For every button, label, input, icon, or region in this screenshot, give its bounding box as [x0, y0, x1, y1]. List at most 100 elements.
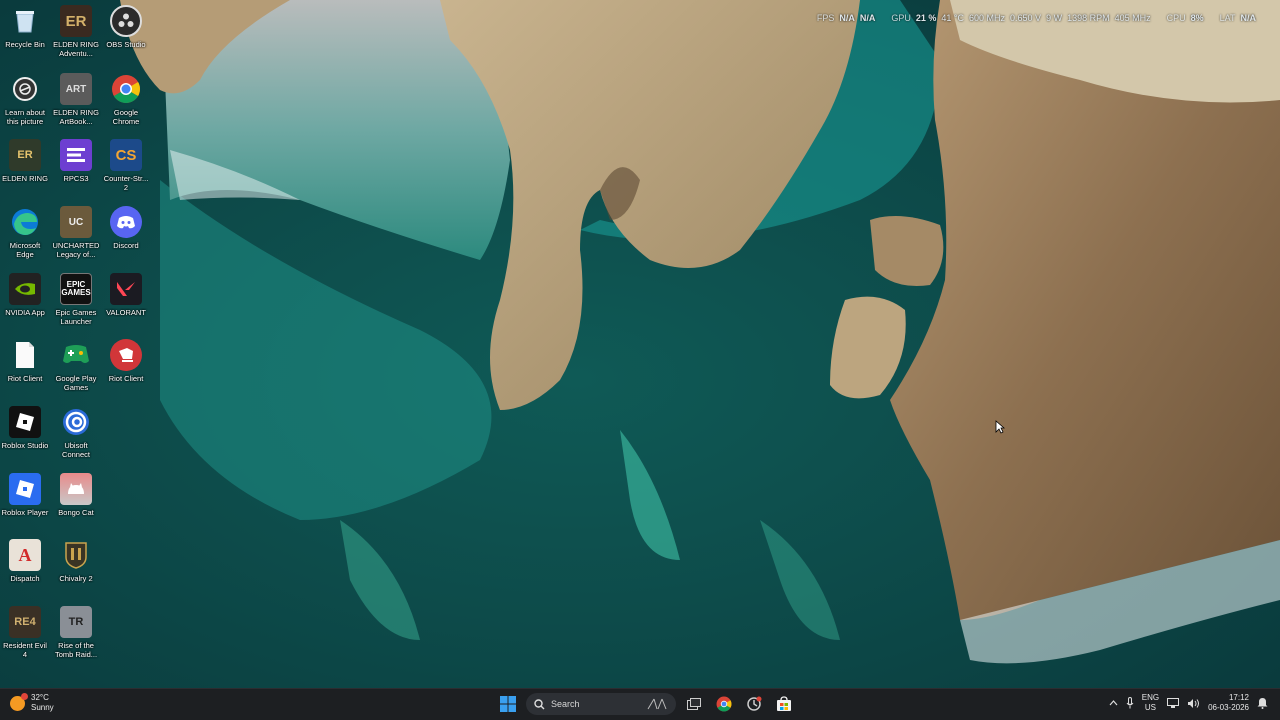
gpu-load: 21 % [915, 13, 937, 23]
desktop-icon-roblox-studio[interactable]: Roblox Studio [0, 405, 50, 467]
desktop-icon-rpcs3[interactable]: RPCS3 [51, 138, 101, 200]
store-icon [777, 696, 791, 711]
desktop-icon-microsoft-edge[interactable]: Microsoft Edge [0, 205, 50, 267]
resident-evil-icon: RE4 [9, 606, 41, 638]
lat-label: LAT [1219, 13, 1236, 23]
desktop-wallpaper [0, 0, 1280, 688]
weather-temperature: 32°C [31, 693, 49, 702]
weather-sun-icon [10, 692, 28, 711]
desktop-icon-elden-ring-adventure[interactable]: ER ELDEN RING Adventu... [51, 4, 101, 66]
riot-client-icon [110, 339, 142, 371]
task-view-icon [687, 698, 701, 710]
fps-label: FPS [816, 13, 835, 23]
clock-date: 06-03-2026 [1208, 703, 1249, 712]
chrome-icon [110, 73, 142, 105]
nvidia-icon [9, 273, 41, 305]
taskbar-store-button[interactable] [772, 692, 796, 716]
taskbar-app-button[interactable] [742, 692, 766, 716]
fps-value-secondary: N/A [859, 13, 876, 23]
desktop-icon-tomb-raider[interactable]: TR Rise of the Tomb Raid... [51, 605, 101, 667]
desktop-icon-bongo-cat[interactable]: Bongo Cat [51, 472, 101, 534]
elden-ring-adventure-icon: ER [60, 5, 92, 37]
desktop-icon-recycle-bin[interactable]: Recycle Bin [0, 4, 50, 66]
desktop-icon-uncharted[interactable]: UC UNCHARTED Legacy of... [51, 205, 101, 267]
fps-value: N/A [839, 13, 855, 23]
clock[interactable]: 17:12 06-03-2026 [1208, 693, 1249, 713]
desktop-icon-ubisoft-connect[interactable]: Ubisoft Connect [51, 405, 101, 467]
gpu-label: GPU [891, 13, 911, 23]
windows-icon [500, 696, 516, 712]
mouse-cursor-icon [995, 420, 1006, 439]
volume-icon[interactable] [1187, 698, 1200, 709]
recycle-bin-icon [9, 5, 41, 37]
clock-time: 17:12 [1228, 693, 1249, 702]
desktop-icon-valorant[interactable]: VALORANT [101, 272, 151, 334]
desktop-icon-discord[interactable]: Discord [101, 205, 151, 267]
gpu-temp: 41 °C [941, 13, 965, 23]
desktop-icon-roblox-player[interactable]: Roblox Player [0, 472, 50, 534]
gpu-fan: 1398 RPM [1067, 13, 1110, 23]
search-placeholder: Search [551, 699, 580, 709]
uncharted-icon: UC [60, 206, 92, 238]
obs-studio-icon [110, 5, 142, 37]
learn-about-picture-icon [13, 77, 37, 101]
desktop-icon-nvidia-app[interactable]: NVIDIA App [0, 272, 50, 334]
tomb-raider-icon: TR [60, 606, 92, 638]
search-highlight-icon [647, 698, 667, 710]
file-icon [9, 339, 41, 371]
gpu-voltage: 0.650 V [1010, 13, 1042, 23]
search-icon [534, 698, 545, 709]
weather-widget[interactable]: 32°C Sunny [10, 692, 54, 713]
discord-icon [110, 206, 142, 238]
desktop-icon-learn-about-picture[interactable]: Learn about this picture [0, 72, 50, 134]
chivalry-icon [60, 539, 92, 571]
elden-ring-icon: ER [9, 139, 41, 171]
taskbar-search-box[interactable]: Search [526, 693, 676, 715]
taskbar-chrome-button[interactable] [712, 692, 736, 716]
task-view-button[interactable] [682, 692, 706, 716]
valorant-icon [110, 273, 142, 305]
desktop-icon-elden-ring[interactable]: ER ELDEN RING [0, 138, 50, 200]
taskbar: 32°C Sunny Search ENG US 17:12 06-03-202… [0, 688, 1280, 720]
desktop-icon-dispatch[interactable]: A Dispatch [0, 538, 50, 600]
bongo-cat-icon [60, 473, 92, 505]
desktop-icon-resident-evil[interactable]: RE4 Resident Evil 4 [0, 605, 50, 667]
language-indicator[interactable]: ENG US [1142, 693, 1159, 713]
epic-games-icon: EPIC GAMES [60, 273, 92, 305]
weather-alert-dot [21, 692, 28, 700]
app-icon [747, 696, 762, 711]
rpcs3-icon [60, 139, 92, 171]
desktop-icon-google-chrome[interactable]: Google Chrome [101, 72, 151, 134]
gpu-clock: 600 MHz [969, 13, 1006, 23]
dispatch-icon: A [9, 539, 41, 571]
microphone-icon[interactable] [1126, 697, 1134, 709]
desktop-icon-google-play-games[interactable]: Google Play Games [51, 338, 101, 400]
weather-condition: Sunny [31, 703, 54, 712]
google-play-games-icon [60, 339, 92, 371]
roblox-studio-icon [9, 406, 41, 438]
desktop-icon-elden-ring-artbook[interactable]: ART ELDEN RING ArtBook... [51, 72, 101, 134]
counter-strike-icon: CS [110, 139, 142, 171]
desktop-icon-obs-studio[interactable]: OBS Studio [101, 4, 151, 66]
lat-value: N/A [1240, 13, 1257, 23]
desktop-icon-riot-client[interactable]: Riot Client [101, 338, 151, 400]
roblox-player-icon [9, 473, 41, 505]
desktop-icon-chivalry[interactable]: Chivalry 2 [51, 538, 101, 600]
elden-ring-artbook-icon: ART [60, 73, 92, 105]
chevron-up-icon[interactable] [1109, 700, 1118, 706]
start-button[interactable] [496, 692, 520, 716]
gpu-mem-clock: 405 MHz [1114, 13, 1151, 23]
cpu-label: CPU [1166, 13, 1186, 23]
desktop-icon-counter-strike[interactable]: CS Counter-Str... 2 [101, 138, 151, 200]
cpu-value: 8% [1190, 13, 1204, 23]
edge-icon [9, 206, 41, 238]
network-icon[interactable] [1167, 697, 1180, 709]
performance-overlay: FPS N/A N/A GPU 21 % 41 °C 600 MHz 0.650… [817, 10, 1256, 26]
system-tray: ENG US 17:12 06-03-2026 [1109, 693, 1268, 713]
ubisoft-connect-icon [60, 406, 92, 438]
desktop-icon-epic-games[interactable]: EPIC GAMES Epic Games Launcher [51, 272, 101, 334]
notification-bell-icon[interactable] [1257, 697, 1268, 709]
taskbar-center: Search [496, 692, 796, 716]
desktop-icon-riot-client-file[interactable]: Riot Client [0, 338, 50, 400]
gpu-power: 9 W [1046, 13, 1063, 23]
